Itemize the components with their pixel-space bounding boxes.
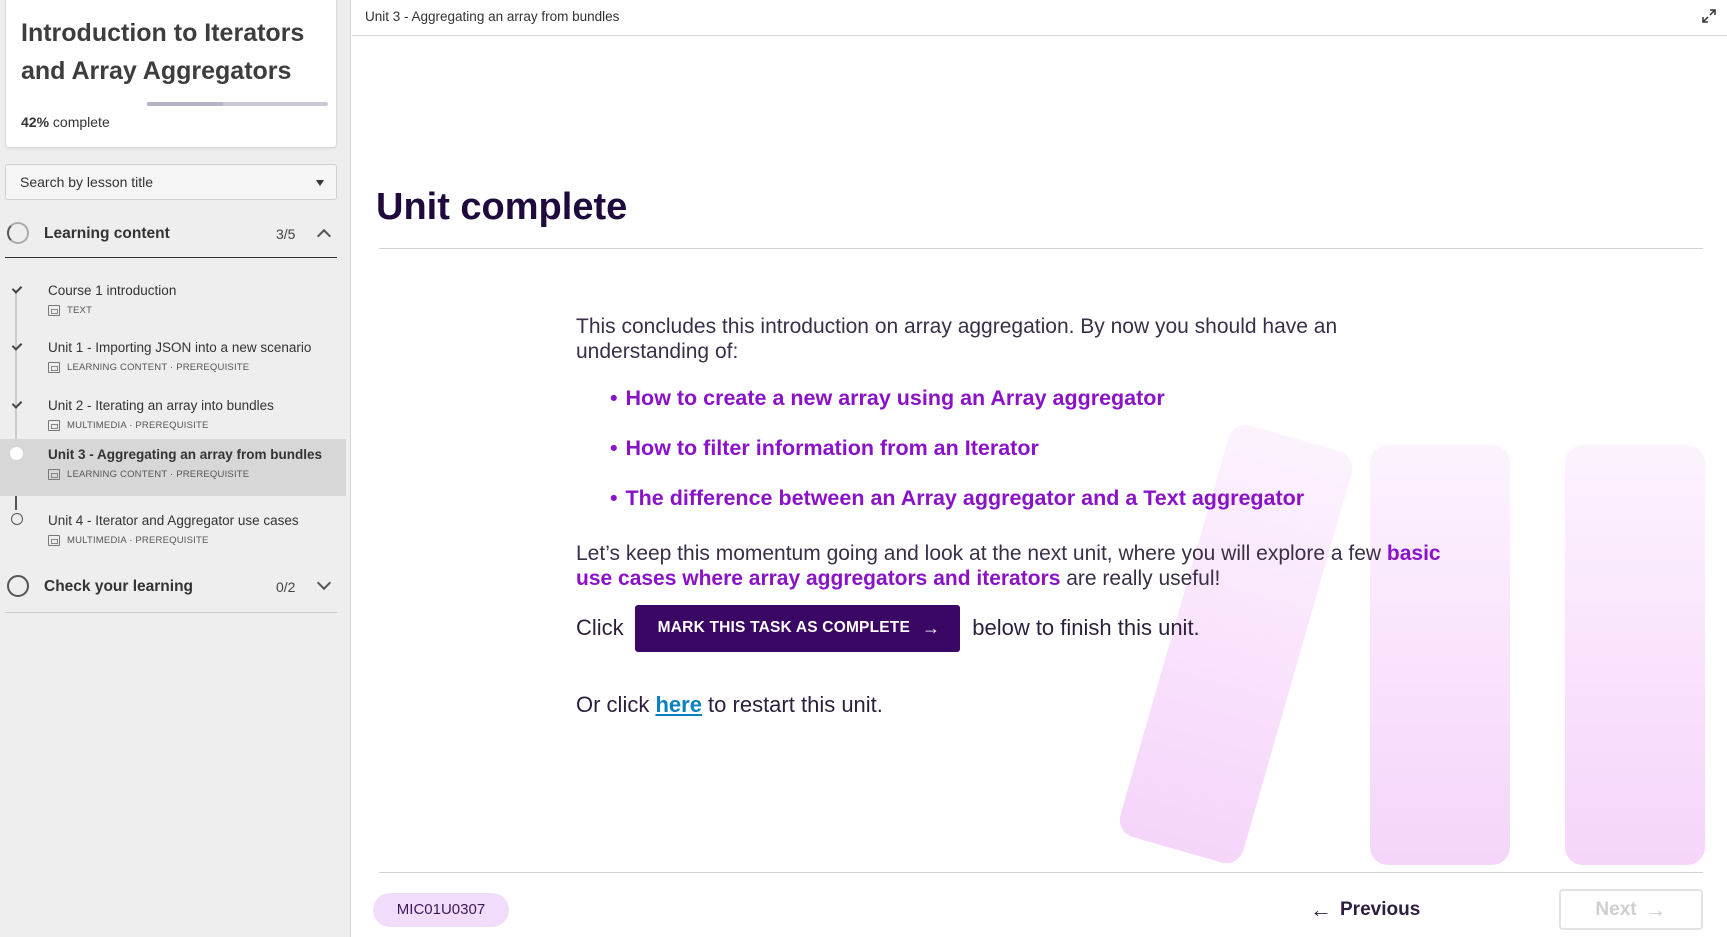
empty-circle-icon <box>11 513 23 525</box>
lesson-item[interactable]: Course 1 introduction TEXT <box>5 275 337 331</box>
lesson-title: Unit 4 - Iterator and Aggregator use cas… <box>48 513 299 528</box>
media-icon <box>48 535 60 546</box>
lesson-type: LEARNING CONTENT · PREREQUISITE <box>67 469 250 480</box>
momentum-suffix: are really useful! <box>1060 567 1221 590</box>
lesson-meta: MULTIMEDIA · PREREQUISITE <box>48 420 209 431</box>
restart-prefix: Or click <box>576 692 656 717</box>
click-suffix: below to finish this unit. <box>972 615 1200 640</box>
lesson-type: LEARNING CONTENT · PREREQUISITE <box>67 362 250 373</box>
previous-button[interactable]: ← Previous <box>1310 893 1420 927</box>
lesson-search-placeholder: Search by lesson title <box>20 174 154 190</box>
chevron-up-icon <box>316 228 332 244</box>
course-sidebar: Introduction to Iterators and Array Aggr… <box>0 0 351 937</box>
caret-down-icon <box>316 180 324 186</box>
course-title: Introduction to Iterators and Array Aggr… <box>21 19 305 85</box>
section-divider <box>5 612 337 613</box>
learning-outcomes-list: • How to create a new array using an Arra… <box>610 386 1436 511</box>
breadcrumb: Unit 3 - Aggregating an array from bundl… <box>365 9 620 24</box>
list-item-text: How to filter information from an Iterat… <box>625 436 1039 460</box>
progress-suffix: complete <box>49 114 110 130</box>
lesson-topbar: Unit 3 - Aggregating an array from bundl… <box>352 0 1727 36</box>
lesson-type: MULTIMEDIA · PREREQUISITE <box>67 420 209 431</box>
momentum-prefix: Let’s keep this momentum going and look … <box>576 542 1387 565</box>
restart-text: Or click here to restart this unit. <box>576 692 883 718</box>
lesson-item[interactable]: Unit 2 - Iterating an array into bundles… <box>5 390 337 446</box>
lesson-main: Unit 3 - Aggregating an array from bundl… <box>352 0 1727 937</box>
unit-code-badge: MIC01U0307 <box>373 893 509 927</box>
list-item-text: How to create a new array using an Array… <box>625 386 1165 410</box>
section-progress-ring-icon <box>7 222 29 244</box>
arrow-right-icon: → <box>1644 896 1667 922</box>
current-lesson-dot-icon <box>10 447 23 460</box>
lesson-meta: LEARNING CONTENT · PREREQUISITE <box>48 469 249 480</box>
chevron-down-icon <box>316 575 332 591</box>
restart-suffix: to restart this unit. <box>701 692 883 717</box>
lesson-title: Unit 2 - Iterating an array into bundles <box>48 398 274 413</box>
heading-divider <box>379 248 1703 249</box>
lesson-item[interactable]: Unit 1 - Importing JSON into a new scena… <box>5 332 337 388</box>
momentum-text: Let’s keep this momentum going and look … <box>576 541 1476 591</box>
restart-link[interactable]: here <box>655 692 701 717</box>
lesson-meta: LEARNING CONTENT · PREREQUISITE <box>48 362 249 373</box>
mark-task-complete-button[interactable]: MARK THIS TASK AS COMPLETE → <box>634 604 961 652</box>
next-button[interactable]: Next → <box>1559 889 1703 930</box>
course-progress-text: 42% complete <box>21 114 110 130</box>
lesson-meta: MULTIMEDIA · PREREQUISITE <box>48 535 209 546</box>
course-progress-fill <box>147 102 224 106</box>
media-icon <box>48 469 60 480</box>
course-progress-bar <box>147 102 328 106</box>
lesson-title: Course 1 introduction <box>48 283 177 298</box>
checkmark-icon <box>11 340 23 352</box>
list-item: • The difference between an Array aggrega… <box>610 486 1305 510</box>
mark-complete-row: Click MARK THIS TASK AS COMPLETE → below… <box>576 604 1200 652</box>
lesson-search-dropdown[interactable]: Search by lesson title <box>5 164 337 200</box>
section-check-your-learning[interactable]: Check your learning 0/2 <box>5 566 337 608</box>
section-label: Learning content <box>44 225 170 242</box>
next-label: Next <box>1595 898 1637 920</box>
media-icon <box>48 362 60 373</box>
expand-icon[interactable] <box>1701 8 1717 24</box>
list-item: • How to filter information from an Itera… <box>610 436 1039 460</box>
previous-label: Previous <box>1340 899 1421 920</box>
document-icon <box>48 305 60 316</box>
lesson-item-current[interactable]: Unit 3 - Aggregating an array from bundl… <box>0 439 346 496</box>
unit-content: This concludes this introduction on arra… <box>576 314 1441 717</box>
section-learning-content[interactable]: Learning content 3/5 <box>5 213 337 255</box>
lesson-type: MULTIMEDIA · PREREQUISITE <box>67 535 209 546</box>
section-divider <box>5 257 337 258</box>
checkmark-icon <box>11 283 23 295</box>
lesson-type: TEXT <box>67 305 93 316</box>
section-count: 3/5 <box>276 226 296 242</box>
section-count: 0/2 <box>276 579 296 595</box>
lesson-title: Unit 3 - Aggregating an array from bundl… <box>48 447 323 462</box>
checkmark-icon <box>11 398 23 410</box>
arrow-right-icon: → <box>922 617 941 638</box>
list-item-text: The difference between an Array aggregat… <box>625 486 1305 510</box>
lesson-title: Unit 1 - Importing JSON into a new scena… <box>48 340 312 355</box>
decorative-shape <box>1565 445 1705 865</box>
arrow-left-icon: ← <box>1310 897 1332 922</box>
lesson-item[interactable]: Unit 4 - Iterator and Aggregator use cas… <box>5 505 337 561</box>
click-prefix: Click <box>576 615 624 640</box>
lesson-meta: TEXT <box>48 305 92 316</box>
course-card: Introduction to Iterators and Array Aggr… <box>5 0 337 148</box>
intro-text: This concludes this introduction on arra… <box>576 315 1338 363</box>
list-item: • How to create a new array using an Arra… <box>610 386 1165 410</box>
unit-heading: Unit complete <box>376 186 628 228</box>
progress-percent: 42% <box>21 114 50 130</box>
section-progress-ring-icon <box>7 575 29 597</box>
section-label: Check your learning <box>44 578 194 595</box>
media-icon <box>48 420 60 431</box>
mark-complete-label: MARK THIS TASK AS COMPLETE <box>657 619 911 636</box>
footer-divider <box>379 872 1703 873</box>
